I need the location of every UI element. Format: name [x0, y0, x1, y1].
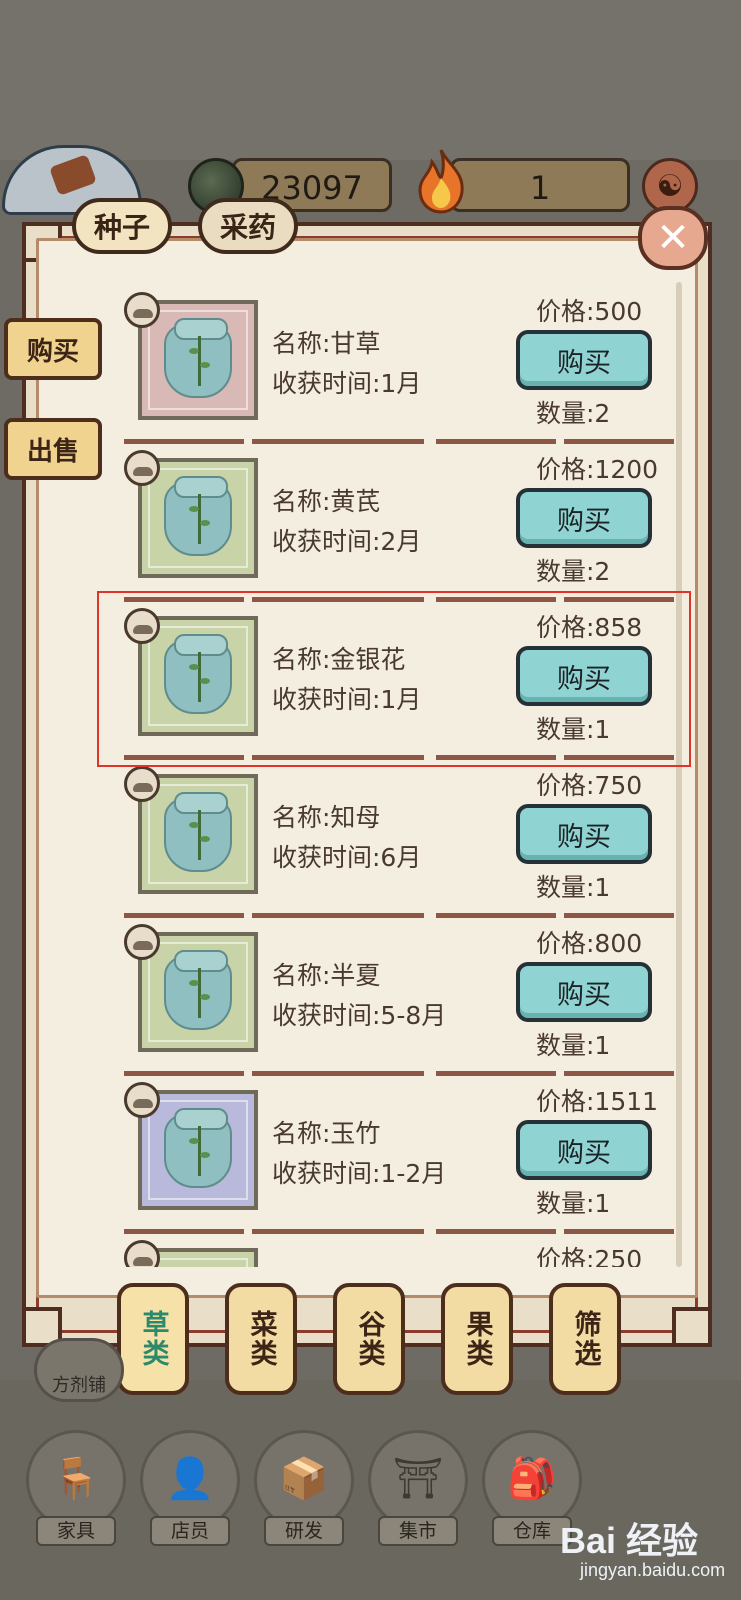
- baidu-watermark: Bai 经验 jingyan.baidu.com: [520, 1500, 730, 1590]
- item-price: 价格:250: [536, 1245, 643, 1267]
- side-tab-buy[interactable]: 购买: [4, 318, 102, 380]
- category-tab-fruits[interactable]: 果类: [441, 1283, 513, 1395]
- item-name: 名称:黄芪: [272, 487, 381, 516]
- category-tab-grains[interactable]: 谷类: [333, 1283, 405, 1395]
- seed-type-icon: [124, 292, 160, 328]
- nav-circle: 👤: [140, 1430, 240, 1530]
- fire-icon: [418, 149, 464, 214]
- buy-button[interactable]: 购买: [516, 1120, 652, 1180]
- item-price: 价格:750: [536, 771, 643, 800]
- item-harvest-time: 收获时间:5-8月: [272, 1001, 447, 1030]
- item-name: 名称:玉竹: [272, 1119, 381, 1148]
- scene-background-top: [0, 0, 741, 160]
- list-item: 名称:半夏 收获时间:5-8月 价格:800 购买 数量:1: [118, 914, 682, 1076]
- herb-icon: [189, 1126, 210, 1176]
- nav-label: 集市: [378, 1516, 458, 1546]
- fire-value: 1: [529, 169, 551, 207]
- nav-market[interactable]: ⛩ 集市: [364, 1430, 472, 1548]
- nav-staff[interactable]: 👤 店员: [136, 1430, 244, 1548]
- seed-bag-icon: [164, 950, 232, 1030]
- list-item: 名称:玉竹 收获时间:1-2月 价格:1511 购买 数量:1: [118, 1072, 682, 1234]
- herb-icon: [189, 494, 210, 544]
- herb-icon: [189, 810, 210, 860]
- item-harvest-time: 收获时间:1-2月: [272, 1159, 447, 1188]
- seed-type-icon: [124, 924, 160, 960]
- item-quantity: 数量:1: [536, 873, 611, 902]
- item-price: 价格:500: [536, 297, 643, 326]
- watermark-logo: Bai 经验: [560, 1520, 699, 1561]
- nav-research[interactable]: 📦 研发: [250, 1430, 358, 1548]
- category-tab-filter[interactable]: 筛选: [549, 1283, 621, 1395]
- herb-icon: [189, 968, 210, 1018]
- seed-type-icon: [124, 1240, 160, 1267]
- nav-circle: 📦: [254, 1430, 354, 1530]
- buy-button[interactable]: 购买: [516, 804, 652, 864]
- item-harvest-time: 收获时间:1月: [272, 369, 422, 398]
- nav-circle: ⛩: [368, 1430, 468, 1530]
- list-item: 名称:知母 收获时间:6月 价格:750 购买 数量:1: [118, 756, 682, 918]
- research-icon: 📦: [279, 1456, 329, 1502]
- seed-type-icon: [124, 450, 160, 486]
- market-icon: ⛩: [392, 1456, 444, 1502]
- nav-label: 家具: [36, 1516, 116, 1546]
- item-harvest-time: 收获时间:2月: [272, 527, 422, 556]
- list-item: 名称:甘草 收获时间:1月 价格:500 购买 数量:2: [118, 282, 682, 444]
- item-harvest-time: 收获时间:6月: [272, 843, 422, 872]
- seed-bag-icon: [164, 1108, 232, 1188]
- buy-button[interactable]: 购买: [516, 330, 652, 390]
- highlight-box: [97, 591, 691, 767]
- watermark-url: jingyan.baidu.com: [580, 1560, 726, 1580]
- seed-list[interactable]: 名称:甘草 收获时间:1月 价格:500 购买 数量:2 名称:黄芪 收获时间:…: [118, 282, 682, 1267]
- tab-herb-gathering[interactable]: 采药: [198, 198, 298, 254]
- thumbnail-border: [148, 1258, 248, 1267]
- item-quantity: 数量:2: [536, 557, 611, 586]
- tab-seeds[interactable]: 种子: [72, 198, 172, 254]
- item-name: 名称:知母: [272, 803, 381, 832]
- item-price: 价格:1200: [536, 455, 659, 484]
- item-quantity: 数量:1: [536, 1189, 611, 1218]
- item-price: 价格:1511: [536, 1087, 659, 1116]
- seed-bag-icon: [164, 318, 232, 398]
- fire-counter: 1: [450, 158, 630, 212]
- item-quantity: 数量:1: [536, 1031, 611, 1060]
- staff-icon: 👤: [165, 1456, 215, 1502]
- seed-bag-icon: [164, 792, 232, 872]
- item-price: 价格:800: [536, 929, 643, 958]
- nav-circle: 🪑: [26, 1430, 126, 1530]
- list-item: 名称:黄芪 收获时间:2月 价格:1200 购买 数量:2: [118, 440, 682, 602]
- item-name: 名称:甘草: [272, 329, 381, 358]
- side-tab-sell[interactable]: 出售: [4, 418, 102, 480]
- item-quantity: 数量:2: [536, 399, 611, 428]
- nav-label: 研发: [264, 1516, 344, 1546]
- chair-icon: 🪑: [51, 1456, 101, 1502]
- category-tab-vegetables[interactable]: 菜类: [225, 1283, 297, 1395]
- nav-furniture[interactable]: 🪑 家具: [22, 1430, 130, 1548]
- warehouse-icon: 🎒: [507, 1456, 557, 1502]
- herb-icon: [189, 336, 210, 386]
- pharmacy-shop-badge[interactable]: 方剂铺: [34, 1338, 124, 1402]
- corner-ornament: [672, 1307, 712, 1347]
- nav-label: 店员: [150, 1516, 230, 1546]
- list-item: 价格:250: [118, 1230, 682, 1267]
- category-tab-herbs[interactable]: 草类: [117, 1283, 189, 1395]
- seed-type-icon: [124, 766, 160, 802]
- close-button[interactable]: ✕: [638, 206, 708, 270]
- item-name: 名称:半夏: [272, 961, 381, 990]
- yinyang-glyph: ☯: [656, 169, 684, 204]
- buy-button[interactable]: 购买: [516, 488, 652, 548]
- buy-button[interactable]: 购买: [516, 962, 652, 1022]
- seed-bag-icon: [164, 476, 232, 556]
- seed-type-icon: [124, 1082, 160, 1118]
